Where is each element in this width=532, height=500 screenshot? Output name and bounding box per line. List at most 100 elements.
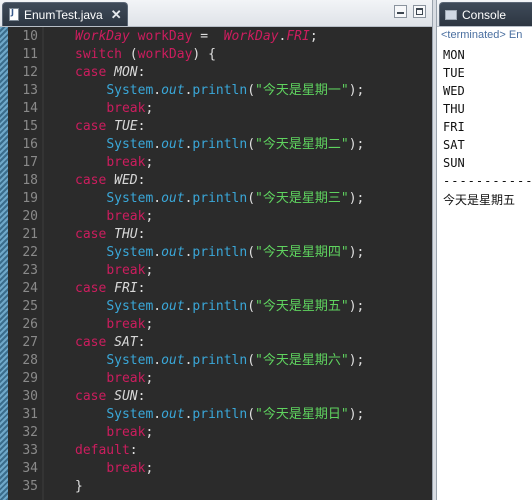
line-number: 16 [22,137,38,152]
code-line: case WED: [75,172,145,190]
console-line: FRI [443,120,465,134]
console-line: WED [443,84,465,98]
line-number: 26 [22,317,38,332]
code-token: ; [309,29,318,44]
code-token: println [192,83,248,98]
code-token: WED [114,173,138,188]
code-token: . [153,407,162,422]
code-token: ) { [192,47,216,62]
line-number: 17 [22,155,38,170]
console-icon [445,9,457,20]
code-token: out [161,245,185,260]
code-token: ( [247,245,256,260]
code-token: ( [247,407,256,422]
code-token: System [106,407,154,422]
overview-ruler[interactable] [0,27,8,500]
code-token: workDay [137,29,193,44]
code-token: : [137,281,146,296]
code-token: ); [348,299,365,314]
code-token: System [106,137,154,152]
tab-enumtest-java[interactable]: EnumTest.java ✕ [2,2,128,26]
line-number: 25 [22,299,38,314]
code-token: println [192,191,248,206]
code-line: case SUN: [75,388,145,406]
close-icon[interactable]: ✕ [111,7,122,23]
code-token: "今天是星期日" [255,407,349,422]
code-token: SAT [114,335,138,350]
code-token: WorkDay [223,29,279,44]
code-line: break; [75,460,153,478]
code-token: : [129,443,138,458]
code-line: case FRI: [75,280,145,298]
line-number: 34 [22,461,38,476]
code-token: THU [114,227,138,242]
code-line: case THU: [75,226,145,244]
code-token: . [153,353,162,368]
code-line: System.out.println("今天是星期日"); [75,406,364,424]
code-token: ); [348,191,365,206]
code-line: break; [75,208,153,226]
code-line: break; [75,316,153,334]
code-token: ; [145,371,154,386]
code-token: . [153,299,162,314]
code-token: out [161,191,185,206]
maximize-button[interactable] [413,5,426,18]
code-token: println [192,407,248,422]
tab-console[interactable]: Console [439,2,532,26]
code-token: ; [145,263,154,278]
line-number: 32 [22,425,38,440]
code-line: switch (workDay) { [75,46,216,64]
line-number: 23 [22,263,38,278]
line-number: 31 [22,407,38,422]
code-token: : [137,119,146,134]
code-token: ( [247,299,256,314]
code-token: "今天是星期三" [255,191,349,206]
code-token: : [137,227,146,242]
code-token: "今天是星期一" [255,83,349,98]
code-line: System.out.println("今天是星期三"); [75,190,364,208]
code-token: "今天是星期四" [255,245,349,260]
code-line: case MON: [75,64,145,82]
line-number: 13 [22,83,38,98]
code-token: "今天是星期二" [255,137,349,152]
code-token: ; [145,425,154,440]
code-token: case [75,119,107,134]
line-number: 20 [22,209,38,224]
window-controls [394,5,426,18]
code-token: out [161,137,185,152]
code-token: case [75,389,107,404]
code-token: : [137,173,146,188]
code-token: "今天是星期五" [255,299,349,314]
code-token: . [153,191,162,206]
code-token: . [153,245,162,260]
code-token: : [137,335,146,350]
code-token: System [106,353,154,368]
code-line: System.out.println("今天是星期六"); [75,352,364,370]
line-number: 28 [22,353,38,368]
code-line: break; [75,262,153,280]
code-line: System.out.println("今天是星期四"); [75,244,364,262]
console-result-line: 今天是星期五 [443,193,516,207]
code-token: : [137,389,146,404]
code-token: . [153,83,162,98]
code-token: out [161,353,185,368]
code-line: break; [75,424,153,442]
line-number: 21 [22,227,38,242]
code-token: println [192,245,248,260]
code-line: break; [75,370,153,388]
code-token: switch [75,47,122,62]
code-token: break [106,155,146,170]
code-token: ); [348,407,365,422]
code-token: break [106,425,146,440]
minimize-button[interactable] [394,5,407,18]
code-token: System [106,245,154,260]
code-token: ); [348,83,365,98]
